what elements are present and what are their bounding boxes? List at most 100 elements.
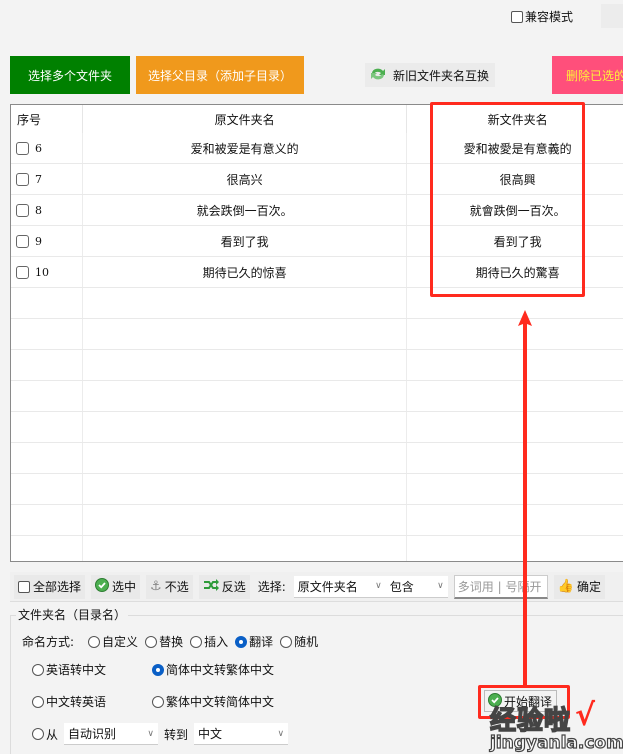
row-checkbox[interactable] (16, 172, 29, 186)
naming-option-1[interactable]: 替换 (145, 633, 183, 650)
radio[interactable] (145, 635, 158, 648)
swap-names-button[interactable]: 新旧文件夹名互换 (365, 63, 495, 87)
option-label: 自定义 (102, 635, 139, 649)
cell-original-name (83, 381, 408, 411)
select-multiple-folders-button[interactable]: 选择多个文件夹 (10, 56, 130, 94)
row-index: 6 (35, 141, 42, 155)
row-index: 7 (35, 172, 42, 186)
naming-option-2[interactable]: 插入 (190, 633, 228, 650)
delete-selected-button[interactable]: 删除已选的 (552, 56, 623, 94)
cell-index (11, 505, 83, 535)
match-select[interactable]: 包含 ∨ (385, 575, 448, 598)
refresh-swap-icon (369, 66, 387, 85)
cell-index: 9 (11, 226, 83, 256)
watermark-check-icon: √ (575, 698, 596, 733)
check-button[interactable]: 选中 (91, 574, 141, 599)
uncheck-button[interactable]: ⚓ 不选 (146, 574, 193, 599)
cell-index (11, 288, 83, 318)
select-label: 选择: (257, 580, 286, 594)
cell-index: 6 (11, 133, 83, 163)
top-right-button[interactable] (601, 4, 623, 28)
radio[interactable] (190, 635, 203, 648)
row-checkbox[interactable] (16, 265, 29, 279)
from-select-value: 自动识别 (68, 727, 117, 741)
option-label: 简体中文转繁体中文 (166, 663, 275, 677)
compat-mode-checkbox[interactable]: 兼容模式 (511, 8, 573, 25)
confirm-button[interactable]: 👍 确定 (553, 574, 605, 599)
radio[interactable] (32, 695, 44, 708)
thumbs-up-icon: 👍 (557, 579, 574, 594)
invert-button[interactable]: 反选 (198, 574, 250, 599)
option-label: 中文转英语 (46, 695, 107, 709)
option-label: 插入 (204, 635, 229, 649)
checkbox-box[interactable] (511, 10, 523, 23)
cell-index: 10 (11, 257, 83, 287)
translate-option-3[interactable]: 繁体中文转简体中文 (152, 693, 274, 710)
radio[interactable] (32, 663, 44, 676)
cell-original-name (83, 350, 408, 380)
cell-index (11, 474, 83, 504)
from-language-select[interactable]: 自动识别 ∨ (64, 723, 159, 745)
option-label: 随机 (294, 635, 319, 649)
shuffle-icon (203, 579, 219, 594)
chevron-down-icon: ∨ (437, 581, 444, 591)
to-language-select[interactable]: 中文 ∨ (194, 723, 289, 745)
option-label: 繁体中文转简体中文 (166, 695, 275, 709)
radio-selected[interactable] (152, 663, 164, 676)
swap-names-label: 新旧文件夹名互换 (393, 68, 490, 83)
cell-index (11, 536, 83, 561)
translate-option-1[interactable]: 简体中文转繁体中文 (152, 661, 274, 678)
cell-original-name: 很高兴 (83, 164, 408, 194)
naming-options: 自定义 替换 插入 翻译 随机 (88, 633, 325, 650)
to-select-value: 中文 (198, 727, 223, 741)
from-radio[interactable] (32, 728, 44, 740)
checkbox-box[interactable] (18, 580, 30, 593)
select-all-label: 全部选择 (33, 580, 82, 594)
cell-original-name: 爱和被爱是有意义的 (83, 133, 408, 163)
anchor-icon: ⚓ (150, 579, 162, 594)
from-label: 从 (46, 727, 59, 742)
row-index: 8 (35, 203, 42, 217)
cell-index (11, 443, 83, 473)
field-select[interactable]: 原文件夹名 ∨ (293, 575, 386, 598)
header-original[interactable]: 原文件夹名 (83, 105, 408, 133)
header-index[interactable]: 序号 (11, 105, 83, 133)
naming-label: 命名方式: (22, 635, 75, 649)
cell-original-name: 期待已久的惊喜 (83, 257, 408, 287)
radio[interactable] (152, 695, 164, 708)
field-select-value: 原文件夹名 (297, 579, 358, 594)
select-parent-dir-button[interactable]: 选择父目录（添加子目录） (136, 56, 304, 94)
cell-original-name (83, 505, 408, 535)
cell-original-name (83, 536, 408, 561)
radio[interactable] (88, 635, 101, 648)
cell-index (11, 350, 83, 380)
select-all-checkbox[interactable]: 全部选择 (14, 574, 86, 599)
cell-index (11, 412, 83, 442)
row-checkbox[interactable] (16, 203, 29, 217)
cell-original-name (83, 412, 408, 442)
radio-selected[interactable] (235, 635, 248, 648)
cell-original-name: 看到了我 (83, 226, 408, 256)
option-label: 替换 (159, 635, 184, 649)
option-label: 英语转中文 (46, 663, 107, 677)
watermark: 经验啦 jingyanla.com (489, 700, 623, 753)
cell-index (11, 319, 83, 349)
check-label: 选中 (112, 580, 137, 594)
watermark-en: jingyanla.com (489, 732, 623, 753)
cell-index: 7 (11, 164, 83, 194)
naming-option-4[interactable]: 随机 (280, 633, 318, 650)
check-circle-icon (95, 578, 110, 595)
cell-index: 8 (11, 195, 83, 225)
translate-option-0[interactable]: 英语转中文 (32, 661, 106, 678)
radio[interactable] (280, 635, 293, 648)
row-index: 10 (35, 265, 49, 279)
row-checkbox[interactable] (16, 234, 29, 248)
translate-option-2[interactable]: 中文转英语 (32, 693, 106, 710)
naming-option-3[interactable]: 翻译 (235, 633, 273, 650)
naming-method-row: 命名方式: 自定义 替换 插入 翻译 随机 (22, 633, 325, 650)
cell-original-name (83, 443, 408, 473)
cell-original-name (83, 319, 408, 349)
compat-mode-label: 兼容模式 (525, 10, 574, 24)
naming-option-0[interactable]: 自定义 (88, 633, 138, 650)
row-checkbox[interactable] (16, 141, 29, 155)
